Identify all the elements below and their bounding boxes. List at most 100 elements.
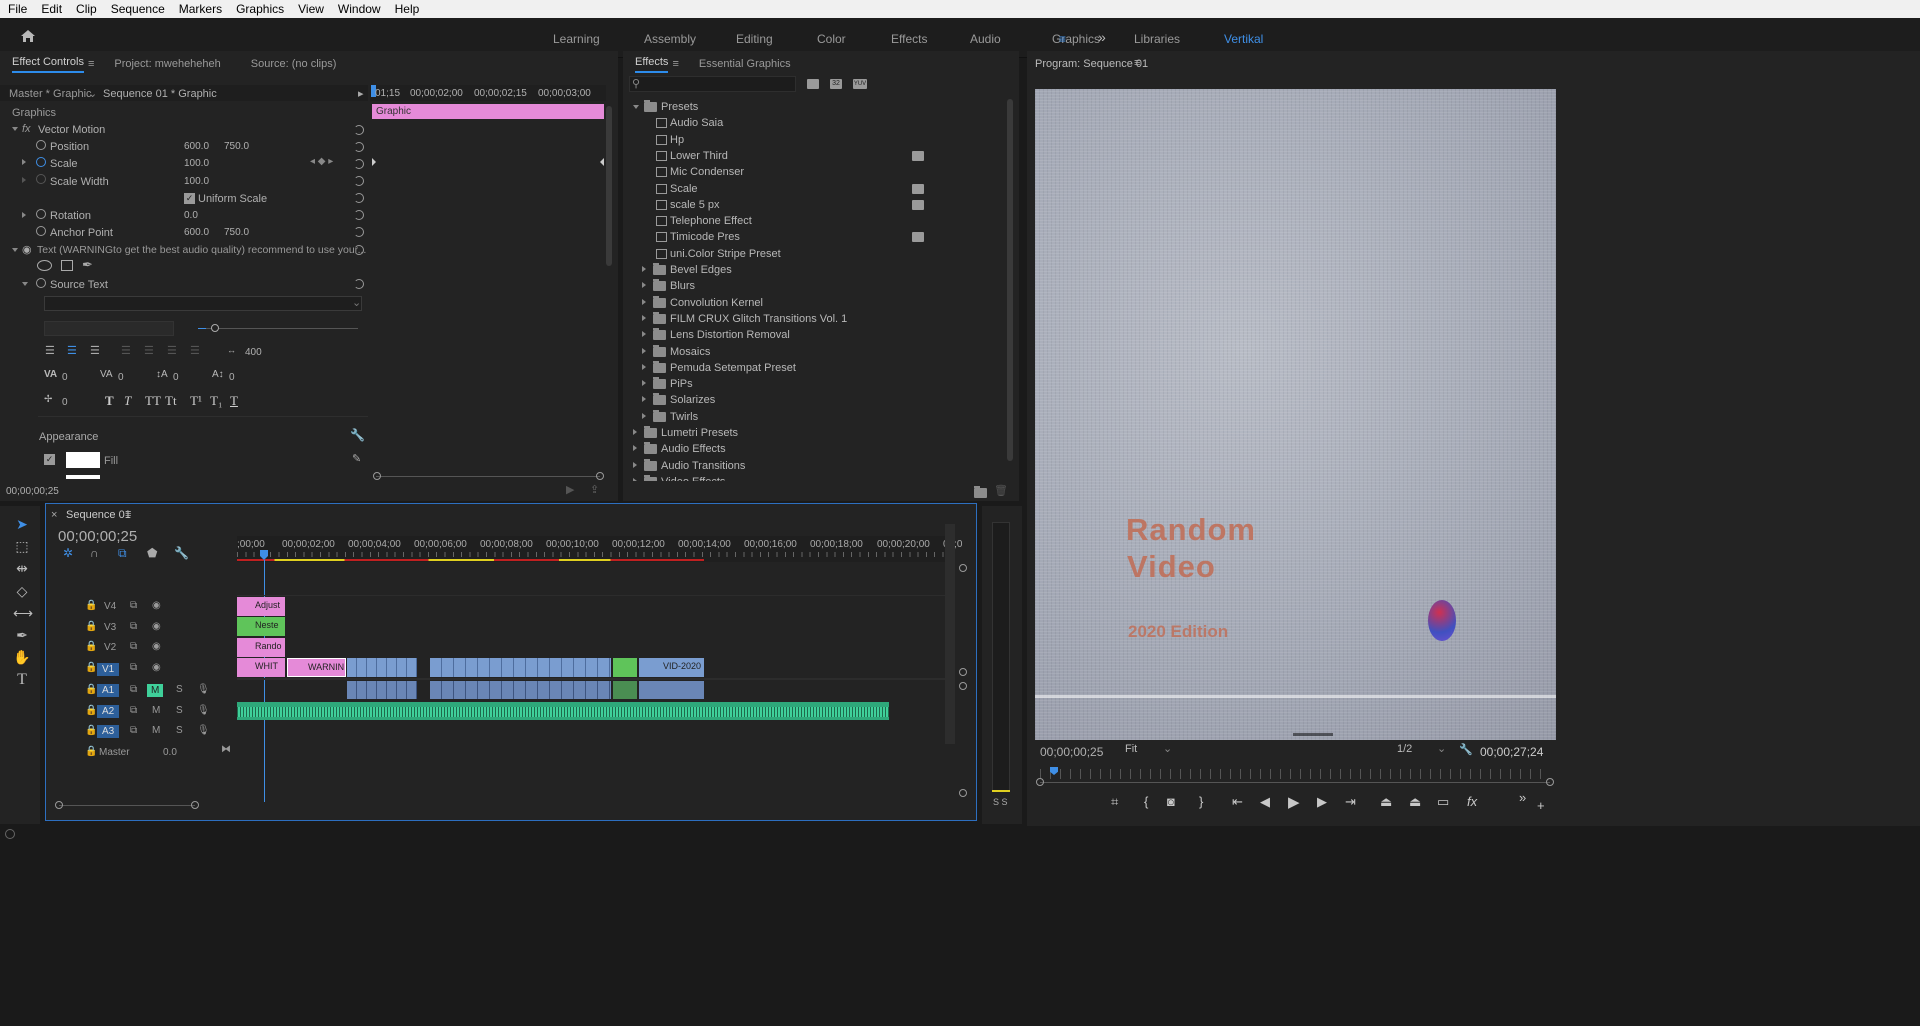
hand-tool-icon[interactable]: ✋ bbox=[13, 649, 31, 667]
sync-lock-icon[interactable]: ⧉ bbox=[130, 600, 137, 611]
lock-icon[interactable]: 🔒 bbox=[85, 641, 97, 652]
effects-item[interactable]: Hp bbox=[670, 134, 684, 146]
anchor-y-value[interactable]: 750.0 bbox=[224, 227, 249, 238]
track-select-tool-icon[interactable]: ⬚ bbox=[13, 538, 31, 556]
eyedropper-icon[interactable]: ✎ bbox=[352, 452, 361, 465]
align-right-icon[interactable]: ☰ bbox=[90, 344, 100, 357]
microphone-icon[interactable]: 🎙 bbox=[197, 684, 210, 695]
chevron-down-icon[interactable]: ⌄ bbox=[88, 87, 97, 100]
clip-whit[interactable]: WHIT bbox=[237, 658, 285, 677]
baseline-value[interactable]: 0 bbox=[229, 372, 235, 383]
play-icon[interactable]: ▶ bbox=[1288, 793, 1300, 811]
font-dropdown[interactable] bbox=[44, 296, 362, 311]
menu-view[interactable]: View bbox=[298, 2, 324, 16]
fill-color-swatch[interactable] bbox=[66, 452, 100, 468]
tracking-value[interactable]: 400 bbox=[245, 347, 262, 358]
expand-icon[interactable] bbox=[642, 380, 646, 387]
reset-icon[interactable] bbox=[354, 159, 364, 169]
workspace-menu-icon[interactable]: ≡ bbox=[1059, 32, 1066, 46]
ellipse-mask-icon[interactable] bbox=[37, 260, 52, 271]
tab-effects[interactable]: Effects bbox=[635, 56, 669, 73]
expand-icon[interactable] bbox=[633, 461, 637, 468]
expand-icon[interactable] bbox=[22, 212, 26, 218]
nest-icon[interactable]: ✲ bbox=[63, 546, 73, 560]
position-y-value[interactable]: 750.0 bbox=[224, 141, 249, 152]
reset-icon[interactable] bbox=[354, 210, 364, 220]
video-clips-block[interactable] bbox=[430, 658, 611, 677]
effects-item[interactable]: Scale bbox=[670, 183, 698, 195]
program-zoom-bar[interactable] bbox=[1040, 782, 1550, 783]
new-bin-icon[interactable] bbox=[974, 486, 987, 498]
play-only-icon[interactable]: ▸ bbox=[358, 87, 364, 100]
track-label[interactable]: V4 bbox=[104, 601, 116, 612]
justify-left-icon[interactable]: ☰ bbox=[121, 344, 131, 357]
workspace-tab-learning[interactable]: Learning bbox=[553, 32, 600, 46]
lift-icon[interactable]: ⏏ bbox=[1380, 794, 1392, 810]
expand-icon[interactable] bbox=[642, 363, 646, 370]
clip-adjust[interactable]: Adjust bbox=[237, 597, 285, 616]
safe-margins-icon[interactable]: ▭ bbox=[1437, 794, 1449, 810]
pen-tool-icon[interactable]: ✒ bbox=[13, 627, 31, 645]
zoom-handle-right[interactable] bbox=[1546, 778, 1554, 786]
go-to-out-icon[interactable]: ⇥ bbox=[1345, 794, 1356, 810]
lock-icon[interactable]: 🔒 bbox=[85, 705, 97, 716]
reset-icon[interactable] bbox=[354, 279, 364, 289]
track-label[interactable]: A3 bbox=[97, 725, 120, 738]
font-size-slider[interactable] bbox=[198, 328, 358, 329]
stopwatch-icon[interactable] bbox=[36, 226, 46, 236]
go-to-in-icon[interactable]: ⇤ bbox=[1232, 794, 1243, 810]
font-style-dropdown[interactable] bbox=[44, 321, 174, 336]
clip-neste[interactable]: Neste bbox=[237, 617, 285, 636]
fx-badge-icon[interactable]: fx bbox=[22, 123, 31, 135]
lock-icon[interactable]: 🔒 bbox=[85, 746, 97, 757]
all-caps-button[interactable]: TT bbox=[145, 393, 161, 409]
collapse-icon[interactable] bbox=[12, 127, 18, 131]
effects-item[interactable]: Blurs bbox=[670, 280, 695, 292]
master-clip-label[interactable]: Master * Graphic bbox=[9, 88, 92, 100]
zoom-handle-left[interactable] bbox=[1036, 778, 1044, 786]
vertical-scroll-handle[interactable] bbox=[959, 682, 967, 690]
reset-icon[interactable] bbox=[354, 227, 364, 237]
video-clips-block[interactable] bbox=[347, 658, 417, 677]
leading-value[interactable]: 0 bbox=[173, 372, 179, 383]
expand-icon[interactable] bbox=[642, 266, 646, 272]
chevron-down-icon[interactable]: ⌄ bbox=[352, 296, 361, 309]
effects-item[interactable]: Presets bbox=[661, 101, 698, 113]
fill-checkbox[interactable]: ✓ bbox=[44, 454, 55, 465]
rotation-value[interactable]: 0.0 bbox=[184, 210, 198, 221]
trash-icon[interactable]: 🗑 bbox=[994, 484, 1008, 497]
eye-icon[interactable]: ◉ bbox=[152, 600, 161, 611]
workspace-tab-editing[interactable]: Editing bbox=[736, 32, 773, 46]
ec-timecode[interactable]: 00;00;00;25 bbox=[6, 486, 59, 497]
master-volume-value[interactable]: 0.0 bbox=[163, 747, 177, 758]
scale-value[interactable]: 100.0 bbox=[184, 158, 209, 169]
justify-right-icon[interactable]: ☰ bbox=[167, 344, 177, 357]
extract-icon[interactable]: ⏏ bbox=[1409, 794, 1421, 810]
effects-item[interactable]: Telephone Effect bbox=[670, 215, 752, 227]
master-end-icon[interactable]: ⧓ bbox=[221, 744, 231, 755]
rectangle-mask-icon[interactable] bbox=[61, 260, 73, 271]
effects-item[interactable]: Solarizes bbox=[670, 394, 715, 406]
zoom-handle-right[interactable] bbox=[191, 801, 199, 809]
sync-lock-icon[interactable]: ⧉ bbox=[130, 725, 137, 736]
sync-lock-icon[interactable]: ⧉ bbox=[130, 705, 137, 716]
zoom-handle-left[interactable] bbox=[373, 472, 381, 480]
effects-item[interactable]: Lens Distortion Removal bbox=[670, 329, 790, 341]
sync-lock-icon[interactable]: ⧉ bbox=[130, 684, 137, 695]
vertical-scroll-handle[interactable] bbox=[959, 668, 967, 676]
ripple-edit-tool-icon[interactable]: ⇹ bbox=[13, 560, 31, 578]
sync-lock-icon[interactable]: ⧉ bbox=[130, 641, 137, 652]
audio-clips-a1[interactable] bbox=[347, 681, 417, 699]
effects-search-input[interactable] bbox=[629, 76, 796, 92]
pen-mask-icon[interactable]: ✒ bbox=[82, 257, 93, 273]
workspace-tab-effects[interactable]: Effects bbox=[891, 32, 927, 46]
reset-icon[interactable] bbox=[354, 193, 364, 203]
expand-icon[interactable] bbox=[633, 445, 637, 452]
camera-icon[interactable]: ◙ bbox=[1167, 794, 1175, 809]
ec-graphic-clip[interactable]: Graphic bbox=[372, 104, 604, 119]
slider-handle[interactable] bbox=[211, 324, 219, 332]
kerning-auto-value[interactable]: 0 bbox=[118, 372, 124, 383]
mute-button[interactable]: M bbox=[152, 725, 160, 736]
reset-icon[interactable] bbox=[354, 142, 364, 152]
clip-warnin[interactable]: WARNIN bbox=[287, 658, 346, 677]
